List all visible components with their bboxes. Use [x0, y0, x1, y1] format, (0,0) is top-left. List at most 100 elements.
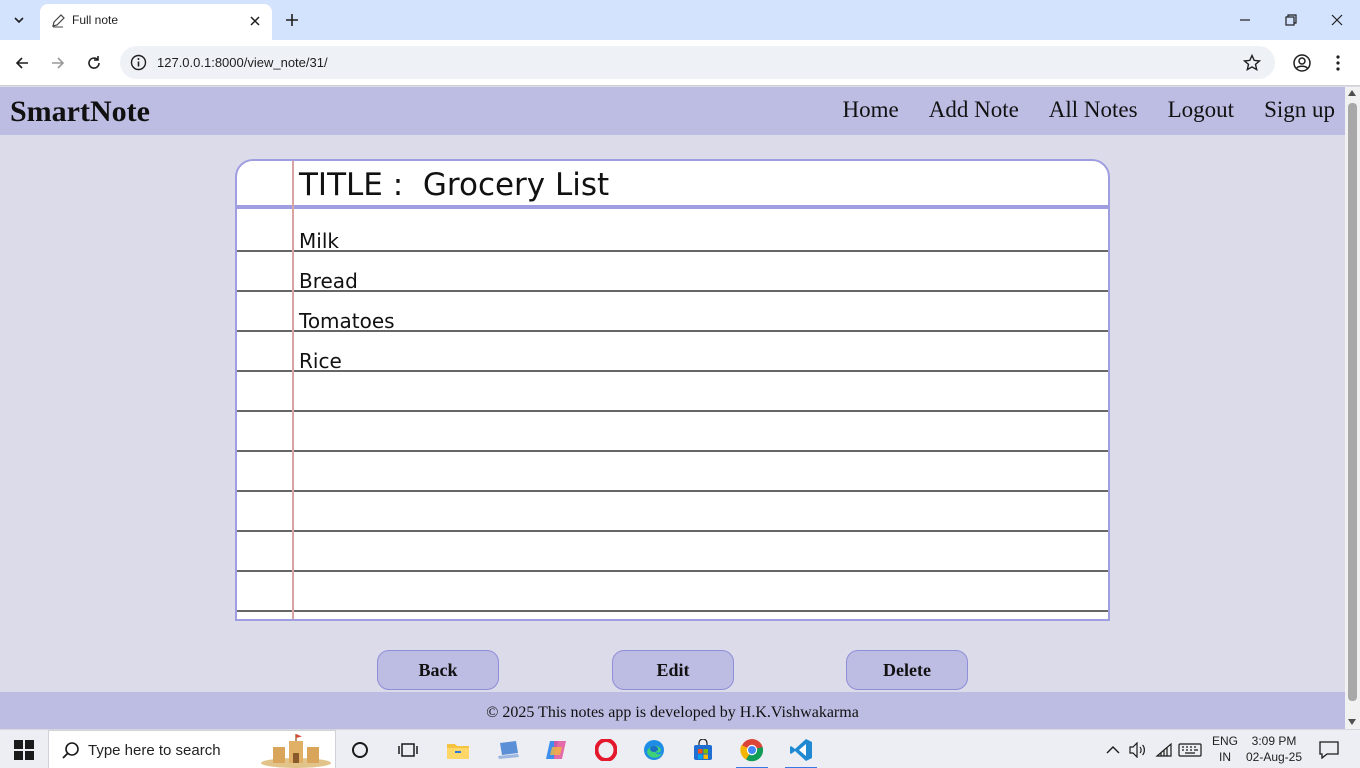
scrollbar-thumb[interactable] — [1348, 103, 1357, 701]
language-region: IN — [1219, 750, 1231, 764]
nav-link-home[interactable]: Home — [843, 97, 899, 123]
tray-language[interactable]: ENG IN — [1210, 733, 1240, 765]
tab-search-button[interactable] — [6, 8, 32, 32]
windows-taskbar: Type here to search ENG IN 3:09 PM 02-Au… — [0, 729, 1360, 768]
notification-icon — [1319, 741, 1339, 759]
note-line-item: Rice — [299, 349, 342, 373]
taskbar-task-view[interactable] — [388, 735, 428, 765]
ruled-line — [237, 490, 1108, 492]
browser-tabstrip: Full note — [0, 0, 1360, 40]
taskbar-store[interactable] — [683, 735, 723, 765]
note-title-label: TITLE : — [299, 167, 404, 203]
chevron-up-icon — [1106, 746, 1120, 754]
taskbar-opera[interactable] — [586, 735, 626, 765]
plus-icon — [286, 14, 298, 26]
ruled-line — [237, 250, 1108, 252]
sandcastle-highlight-icon — [261, 734, 331, 768]
tray-keyboard[interactable] — [1178, 740, 1202, 760]
windows-start-icon[interactable] — [14, 740, 34, 760]
tab-close-button[interactable] — [246, 12, 264, 30]
tray-network[interactable] — [1154, 740, 1174, 760]
profile-icon — [1293, 54, 1311, 72]
chevron-down-icon — [14, 17, 24, 24]
ruled-line — [237, 570, 1108, 572]
tray-notifications[interactable] — [1318, 740, 1340, 760]
page-scrollbar[interactable] — [1345, 87, 1360, 729]
wifi-icon — [1155, 742, 1172, 757]
browser-menu-button[interactable] — [1326, 51, 1350, 75]
restore-button[interactable] — [1276, 6, 1306, 34]
paper-margin-line — [292, 161, 294, 619]
taskbar-chrome[interactable] — [732, 735, 772, 768]
forward-nav-button[interactable] — [46, 51, 70, 75]
close-icon — [1331, 14, 1343, 26]
bookmark-star-icon[interactable] — [1243, 54, 1261, 72]
ruled-line — [237, 290, 1108, 292]
kebab-menu-icon — [1336, 55, 1340, 71]
language-code: ENG — [1211, 734, 1238, 748]
footer-text: © 2025 This notes app is developed by H.… — [486, 704, 859, 721]
laptop-app-icon — [498, 741, 519, 759]
arrow-right-icon — [52, 57, 65, 69]
browser-tab-active[interactable]: Full note — [40, 4, 272, 40]
restore-icon — [1285, 14, 1297, 26]
taskbar-file-explorer[interactable] — [438, 735, 478, 765]
scroll-down-arrow-icon[interactable] — [1348, 719, 1356, 725]
site-info-icon[interactable] — [130, 54, 147, 71]
ruled-line — [237, 450, 1108, 452]
taskbar-search-box[interactable]: Type here to search — [48, 730, 336, 768]
ruled-line — [237, 530, 1108, 532]
nav-links: Home Add Note All Notes Logout Sign up — [813, 97, 1336, 123]
nav-link-add-note[interactable]: Add Note — [929, 97, 1019, 123]
folder-icon — [447, 744, 469, 759]
edit-button[interactable]: Edit — [612, 650, 734, 690]
note-title: TITLE : Grocery List — [299, 167, 609, 203]
back-button[interactable]: Back — [377, 650, 499, 690]
minimize-icon — [1240, 19, 1250, 21]
tray-volume[interactable] — [1128, 740, 1148, 760]
arrow-left-icon — [15, 57, 28, 69]
clock-time: 3:09 PM — [1251, 734, 1297, 748]
close-icon — [250, 16, 260, 26]
taskbar-app-laptop[interactable] — [488, 735, 528, 765]
profile-button[interactable] — [1290, 51, 1314, 75]
copilot-icon — [546, 741, 566, 759]
clock-date: 02-Aug-25 — [1245, 750, 1303, 764]
tray-clock[interactable]: 3:09 PM 02-Aug-25 — [1243, 733, 1305, 765]
keyboard-icon — [1178, 743, 1202, 757]
nav-link-sign-up[interactable]: Sign up — [1264, 97, 1335, 123]
note-line-item: Tomatoes — [299, 309, 395, 333]
new-tab-button[interactable] — [280, 8, 304, 32]
window-close-button[interactable] — [1322, 6, 1352, 34]
back-nav-button[interactable] — [10, 51, 34, 75]
store-bag-icon — [694, 739, 712, 760]
note-line-item: Bread — [299, 269, 358, 293]
ruled-line — [237, 610, 1108, 612]
address-bar[interactable]: 127.0.0.1:8000/view_note/31/ — [120, 46, 1275, 79]
ruled-line — [237, 370, 1108, 372]
site-footer: © 2025 This notes app is developed by H.… — [0, 692, 1345, 729]
brand-logo[interactable]: SmartNote — [10, 95, 150, 129]
browser-toolbar: 127.0.0.1:8000/view_note/31/ — [0, 40, 1360, 86]
scroll-up-arrow-icon[interactable] — [1348, 90, 1356, 96]
nav-link-logout[interactable]: Logout — [1168, 97, 1234, 123]
speaker-icon — [1129, 742, 1145, 758]
taskbar-edge[interactable] — [634, 735, 674, 765]
url-text[interactable]: 127.0.0.1:8000/view_note/31/ — [157, 55, 328, 70]
reload-button[interactable] — [82, 51, 106, 75]
reload-icon — [88, 56, 100, 69]
tray-show-hidden[interactable] — [1104, 740, 1122, 760]
chrome-icon — [740, 739, 764, 762]
opera-icon — [595, 739, 617, 761]
taskbar-copilot[interactable] — [536, 735, 576, 765]
page-viewport: SmartNote Home Add Note All Notes Logout… — [0, 87, 1345, 729]
ruled-line — [237, 410, 1108, 412]
minimize-button[interactable] — [1230, 6, 1260, 34]
note-line-item: Milk — [299, 229, 339, 253]
taskbar-vscode[interactable] — [781, 735, 821, 768]
site-navbar: SmartNote Home Add Note All Notes Logout… — [0, 87, 1345, 135]
search-icon — [62, 742, 79, 759]
taskbar-cortana[interactable] — [340, 735, 380, 765]
delete-button[interactable]: Delete — [846, 650, 968, 690]
nav-link-all-notes[interactable]: All Notes — [1049, 97, 1138, 123]
